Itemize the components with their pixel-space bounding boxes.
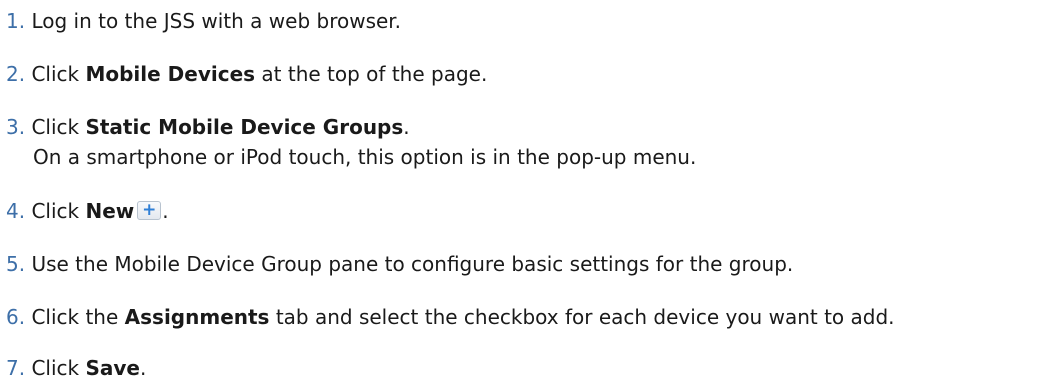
- step-text: Click: [31, 115, 86, 139]
- step-6: 6. Click the Assignments tab and select …: [6, 302, 895, 332]
- plus-icon: +: [142, 200, 157, 220]
- new-button-image: +: [137, 200, 162, 220]
- step-text: Click: [31, 62, 86, 86]
- step-number: 3.: [6, 115, 26, 139]
- button-label-save: Save: [85, 356, 140, 380]
- step-text: .: [403, 115, 410, 139]
- step-text: at the top of the page.: [255, 62, 488, 86]
- step-text: Click the: [31, 305, 125, 329]
- step-3: 3. Click Static Mobile Device Groups. On…: [6, 112, 696, 172]
- step-text: tab and select the checkbox for each dev…: [269, 305, 895, 329]
- menu-label-mobile-devices: Mobile Devices: [85, 62, 256, 86]
- step-text: Use the Mobile Device Group pane to conf…: [31, 252, 794, 276]
- step-text: .: [162, 199, 169, 223]
- step-5: 5. Use the Mobile Device Group pane to c…: [6, 249, 793, 279]
- step-number: 6.: [6, 305, 26, 329]
- step-number: 7.: [6, 356, 26, 380]
- step-7: 7. Click Save.: [6, 353, 146, 383]
- step-text: Log in to the JSS with a web browser.: [31, 9, 402, 33]
- step-2: 2. Click Mobile Devices at the top of th…: [6, 59, 487, 89]
- step-number: 1.: [6, 9, 26, 33]
- step-1: 1. Log in to the JSS with a web browser.: [6, 6, 401, 36]
- step-number: 4.: [6, 199, 26, 223]
- menu-label-static-groups: Static Mobile Device Groups: [85, 115, 404, 139]
- step-4: 4. Click New +.: [6, 196, 169, 226]
- step-number: 5.: [6, 252, 26, 276]
- step-note: On a smartphone or iPod touch, this opti…: [33, 145, 697, 169]
- step-text: Click: [31, 356, 86, 380]
- step-text: Click: [31, 199, 86, 223]
- step-text: .: [139, 356, 147, 380]
- button-label-new: New: [85, 199, 135, 223]
- step-number: 2.: [6, 62, 26, 86]
- tab-label-assignments: Assignments: [124, 305, 270, 329]
